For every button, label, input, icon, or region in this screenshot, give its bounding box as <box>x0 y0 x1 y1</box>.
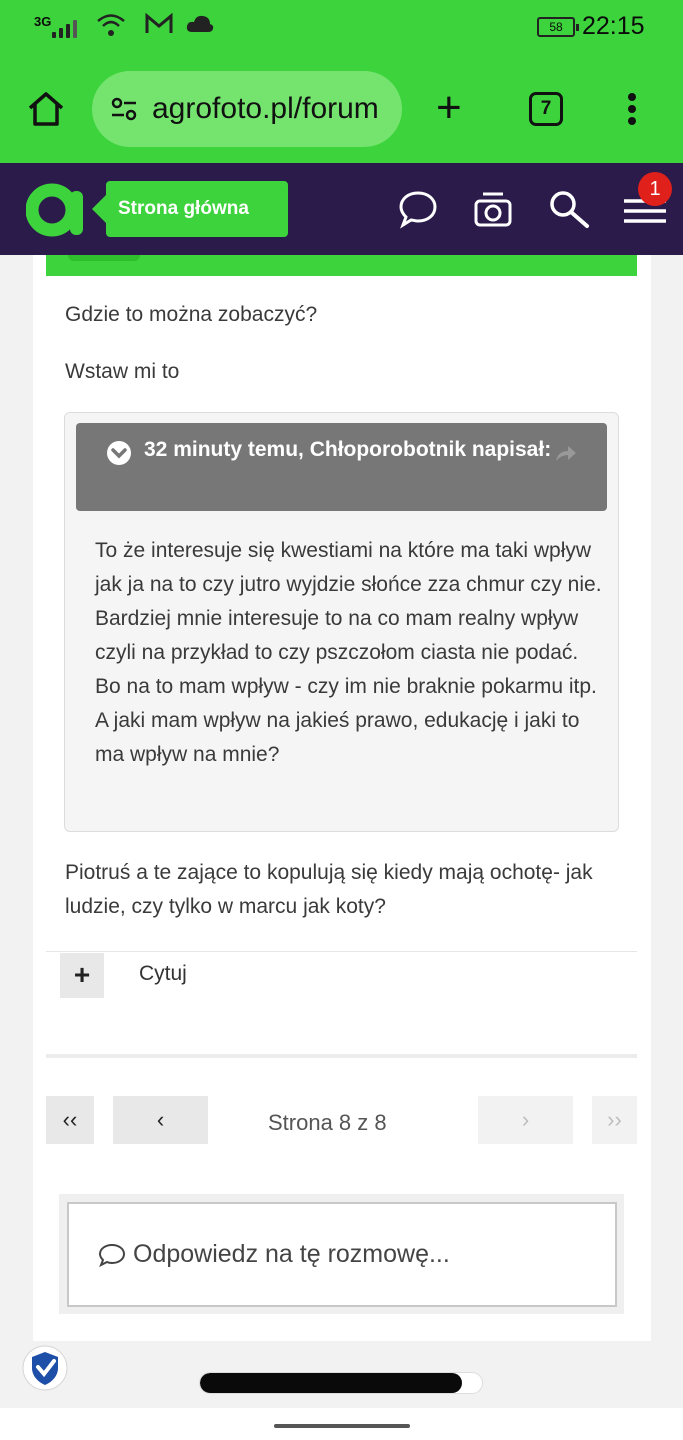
reply-input[interactable]: Odpowiedz na tę rozmowę... <box>67 1202 617 1307</box>
system-nav-bar <box>0 1408 683 1440</box>
battery-icon: 58 <box>537 17 579 37</box>
tabs-icon[interactable]: 7 <box>529 92 563 126</box>
gmail-icon <box>145 12 173 33</box>
cloud-icon <box>186 15 214 32</box>
home-link-button[interactable]: Strona główna <box>92 181 288 237</box>
divider <box>46 1054 637 1058</box>
wifi-icon <box>97 14 125 36</box>
multiquote-button[interactable]: + <box>60 953 104 998</box>
menu-dots-icon[interactable] <box>626 92 638 126</box>
quote-header: 32 minuty temu, Chłoporobotnik napisał: <box>76 423 607 511</box>
quote-button[interactable]: Cytuj <box>139 962 187 986</box>
search-icon[interactable] <box>547 189 591 229</box>
share-arrow-icon[interactable] <box>554 443 578 463</box>
chat-icon[interactable] <box>397 189 439 229</box>
prev-page-button[interactable]: ‹ <box>113 1096 208 1144</box>
notification-badge: 1 <box>638 172 672 206</box>
page-load-progress <box>199 1372 483 1394</box>
reply-placeholder: Odpowiedz na tę rozmowę... <box>133 1240 450 1268</box>
next-page-button[interactable]: › <box>478 1096 573 1144</box>
quote-author: 32 minuty temu, Chłoporobotnik napisał: <box>144 438 552 461</box>
address-bar[interactable]: agrofoto.pl/forum <box>92 71 402 147</box>
home-icon[interactable] <box>26 90 66 128</box>
chevron-down-icon[interactable] <box>106 440 132 466</box>
agrofoto-logo[interactable] <box>26 183 88 237</box>
last-page-button[interactable]: ›› <box>592 1096 637 1144</box>
quote-body: To że interesuje się kwestiami na które … <box>95 539 602 766</box>
url-text: agrofoto.pl/forum <box>152 92 379 125</box>
post-paragraph: Wstaw mi to <box>65 360 180 383</box>
security-shield-icon[interactable] <box>20 1344 70 1392</box>
network-type: 3G <box>34 14 52 29</box>
post-paragraph: Piotruś a te zające to kopulują się kied… <box>65 861 593 918</box>
first-page-button[interactable]: ‹‹ <box>46 1096 94 1144</box>
speech-bubble-icon <box>98 1243 126 1267</box>
post-paragraph: Gdzie to można zobaczyć? <box>65 303 318 326</box>
camera-icon[interactable] <box>473 189 513 229</box>
signal-icon <box>52 16 77 38</box>
new-tab-icon[interactable]: + <box>436 86 462 130</box>
divider <box>46 951 637 952</box>
post-header-strip <box>46 255 637 276</box>
page-indicator: Strona 8 z 8 <box>268 1110 387 1135</box>
gesture-handle[interactable] <box>274 1424 410 1428</box>
clock: 22:15 <box>582 12 645 40</box>
site-header: Strona główna 1 <box>0 163 683 255</box>
site-settings-icon[interactable] <box>110 97 138 121</box>
status-bar: 3G 58 22:15 <box>0 0 683 56</box>
browser-toolbar: agrofoto.pl/forum + 7 <box>0 56 683 163</box>
